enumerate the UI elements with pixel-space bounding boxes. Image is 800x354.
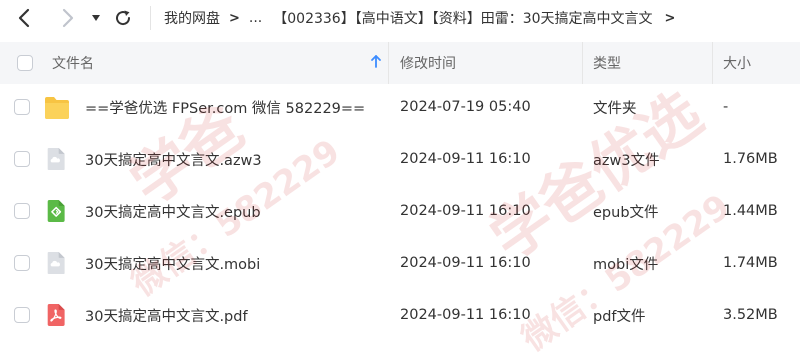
navigation-bar: 我的网盘 > ... 【002336】【高中语文】【资料】田雷：30天搞定高中文… <box>0 0 800 38</box>
cloud-file-icon <box>47 252 65 274</box>
select-all-checkbox[interactable] <box>17 55 33 71</box>
file-modified-time: 2024-09-11 16:10 <box>400 255 531 271</box>
column-header-type[interactable]: 类型 <box>593 42 621 84</box>
row-checkbox[interactable] <box>14 307 30 323</box>
breadcrumb-trailing-arrow[interactable]: > <box>665 11 676 26</box>
pdf-file-icon <box>47 304 65 326</box>
forward-button[interactable] <box>54 4 82 32</box>
breadcrumb-root[interactable]: 我的网盘 <box>164 8 220 28</box>
file-modified-time: 2024-07-19 05:40 <box>400 99 531 115</box>
row-checkbox[interactable] <box>14 255 30 271</box>
file-type: epub文件 <box>593 204 659 221</box>
sort-up-arrow-icon[interactable] <box>370 54 382 68</box>
file-type: azw3文件 <box>593 152 660 169</box>
folder-icon <box>45 97 69 119</box>
column-divider <box>388 42 389 84</box>
row-checkbox[interactable] <box>14 203 30 219</box>
file-type: 文件夹 <box>593 100 637 117</box>
file-browser-window: 我的网盘 > ... 【002336】【高中语文】【资料】田雷：30天搞定高中文… <box>0 0 800 354</box>
chevron-left-icon <box>18 8 30 28</box>
file-size: 1.74MB <box>723 255 778 271</box>
column-header-name[interactable]: 文件名 <box>52 42 94 84</box>
file-name[interactable]: ==学爸优选 FPSer.com 微信 582229== <box>85 81 365 133</box>
file-type: mobi文件 <box>593 256 659 273</box>
column-divider <box>582 42 583 84</box>
table-row[interactable]: ==学爸优选 FPSer.com 微信 582229== 2024-07-19 … <box>0 81 800 133</box>
file-modified-time: 2024-09-11 16:10 <box>400 203 531 219</box>
file-type: pdf文件 <box>593 308 646 325</box>
nav-divider <box>150 6 151 30</box>
table-row[interactable]: 30天搞定高中文言文.mobi 2024-09-11 16:10 mobi文件 … <box>0 237 800 289</box>
file-size: 1.44MB <box>723 203 778 219</box>
file-size: 3.52MB <box>723 307 778 323</box>
breadcrumb: 我的网盘 > ... 【002336】【高中语文】【资料】田雷：30天搞定高中文… <box>164 0 675 36</box>
chevron-right-icon <box>62 8 74 28</box>
file-modified-time: 2024-09-11 16:10 <box>400 151 531 167</box>
back-button[interactable] <box>10 4 38 32</box>
file-name[interactable]: 30天搞定高中文言文.epub <box>85 185 261 237</box>
file-size: 1.76MB <box>723 151 778 167</box>
file-name[interactable]: 30天搞定高中文言文.pdf <box>85 289 248 341</box>
refresh-icon <box>116 10 131 26</box>
epub-file-icon <box>47 200 65 222</box>
column-divider <box>712 42 713 84</box>
file-name[interactable]: 30天搞定高中文言文.azw3 <box>85 133 262 185</box>
file-table-header: 文件名 修改时间 类型 大小 <box>0 42 800 84</box>
refresh-button[interactable] <box>110 4 136 32</box>
file-name[interactable]: 30天搞定高中文言文.mobi <box>85 237 260 289</box>
row-checkbox[interactable] <box>14 99 30 115</box>
file-modified-time: 2024-09-11 16:10 <box>400 307 531 323</box>
row-checkbox[interactable] <box>14 151 30 167</box>
history-dropdown-button[interactable] <box>86 4 106 32</box>
table-row[interactable]: 30天搞定高中文言文.pdf 2024-09-11 16:10 pdf文件 3.… <box>0 289 800 341</box>
breadcrumb-separator: > <box>229 10 240 26</box>
cloud-file-icon <box>47 148 65 170</box>
file-size: - <box>723 99 729 115</box>
breadcrumb-ellipsis[interactable]: ... <box>249 10 262 26</box>
column-header-size[interactable]: 大小 <box>723 42 751 84</box>
caret-down-icon <box>92 15 100 21</box>
table-row[interactable]: 30天搞定高中文言文.azw3 2024-09-11 16:10 azw3文件 … <box>0 133 800 185</box>
column-header-modified[interactable]: 修改时间 <box>400 42 456 84</box>
table-row[interactable]: 30天搞定高中文言文.epub 2024-09-11 16:10 epub文件 … <box>0 185 800 237</box>
breadcrumb-current-folder: 【002336】【高中语文】【资料】田雷：30天搞定高中文言文 <box>273 11 653 27</box>
